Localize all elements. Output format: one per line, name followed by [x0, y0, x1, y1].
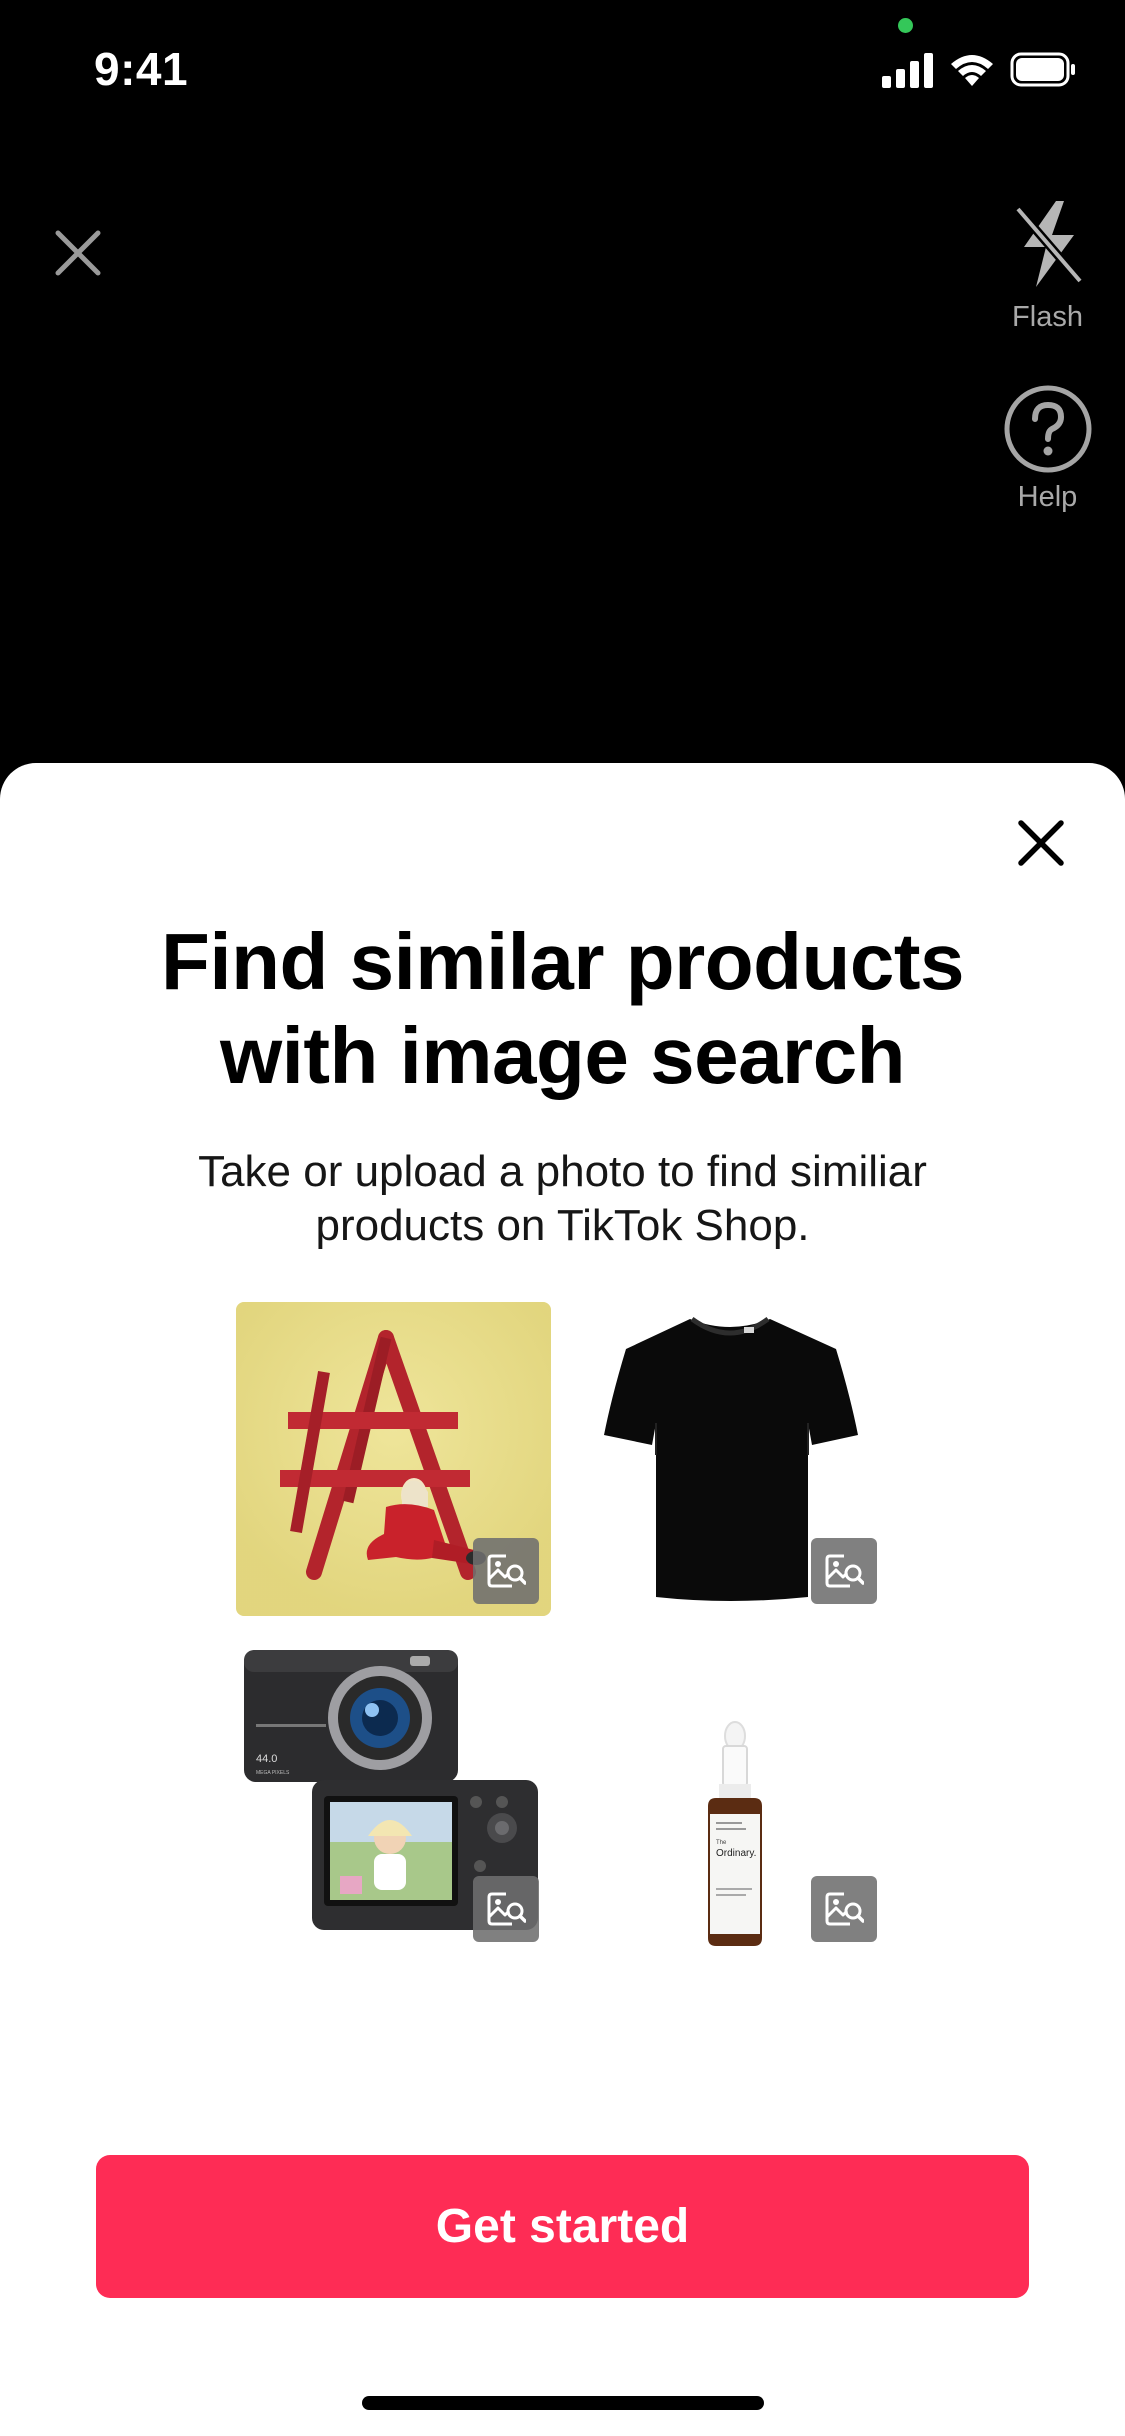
close-icon: [1018, 820, 1064, 866]
image-search-badge: [473, 1538, 539, 1604]
status-icons: [882, 52, 1075, 88]
sheet-close-button[interactable]: [1015, 817, 1067, 869]
flash-off-icon: [1014, 201, 1083, 287]
image-search-badge: [811, 1876, 877, 1942]
image-search-screen: 9:41 Flash Help Find similar products wi…: [0, 0, 1125, 2436]
sheet-title-line-1: Find similar products: [161, 917, 964, 1006]
battery-icon: [1010, 52, 1075, 87]
camera-in-use-indicator: [898, 18, 913, 33]
image-search-icon: [825, 1892, 864, 1926]
image-search-badge: [811, 1538, 877, 1604]
image-search-icon: [825, 1554, 864, 1588]
image-search-icon: [487, 1554, 526, 1588]
sheet-subtitle: Take or upload a photo to find similiar …: [100, 1145, 1025, 1253]
bottle-brand-text: Ordinary.: [716, 1848, 756, 1859]
flash-button[interactable]: Flash: [995, 195, 1100, 334]
home-indicator[interactable]: [362, 2396, 764, 2410]
image-search-badge: [473, 1876, 539, 1942]
help-label: Help: [1017, 481, 1078, 513]
cellular-signal-icon: [882, 53, 933, 88]
camera-close-button[interactable]: [50, 225, 106, 281]
flash-label: Flash: [1012, 301, 1083, 333]
sheet-subtitle-line-1: Take or upload a photo to find similiar: [198, 1147, 927, 1196]
camera-megapixel-caption: MEGA PIXELS: [256, 1770, 290, 1776]
bottle-brand-text-small: The: [716, 1840, 727, 1846]
sheet-title-line-2: with image search: [219, 1011, 906, 1100]
camera-megapixel-text: 44.0: [256, 1753, 277, 1765]
get-started-button[interactable]: Get started: [96, 2155, 1029, 2298]
help-button[interactable]: Help: [995, 383, 1100, 514]
wifi-icon: [951, 55, 993, 86]
close-icon: [55, 230, 101, 276]
status-time: 9:41: [94, 43, 189, 95]
sheet-title: Find similar products with image search: [0, 915, 1125, 1103]
serum-bottle-photo: The Ordinary.: [708, 1721, 762, 1946]
image-search-icon: [487, 1892, 526, 1926]
example-serum-bottle: The Ordinary.: [690, 1718, 780, 1950]
help-icon: [1004, 385, 1091, 473]
sheet-subtitle-line-2: products on TikTok Shop.: [315, 1201, 810, 1250]
